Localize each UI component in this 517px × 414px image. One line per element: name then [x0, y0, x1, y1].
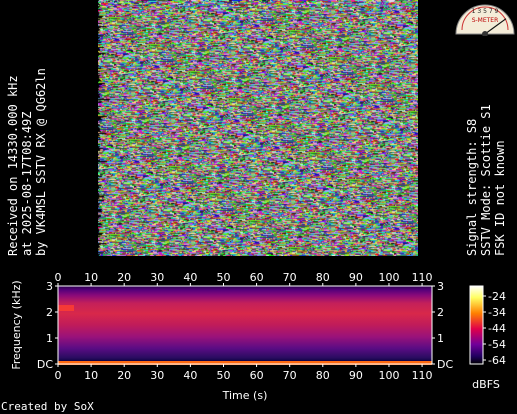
x-axis-top: 0 10 20 30 40 50 60 70 80 90 100 110 [55, 271, 433, 286]
reception-info: Received on 14330.000 kHz at 2025-08-17T… [6, 68, 48, 256]
x-tick-label-top: 10 [84, 271, 98, 284]
x-tick-label-top: 90 [349, 271, 363, 284]
y-axis-right: 3 2 1 DC [432, 280, 453, 371]
x-axis-label: Time (s) [222, 389, 268, 402]
y-tick-label-left: DC [37, 358, 53, 371]
frequency-line: Received on 14330.000 kHz [6, 75, 20, 256]
colorbar-tick-label: -44 [488, 322, 506, 335]
x-tick-label-bottom: 30 [150, 369, 164, 382]
x-tick-label-bottom: 110 [412, 369, 433, 382]
colorbar-ticks: -24 -34 -44 -54 -64 [483, 290, 506, 367]
x-tick-label-top: 50 [216, 271, 230, 284]
x-tick-label-top: 30 [150, 271, 164, 284]
y-tick-label-right: DC [437, 358, 453, 371]
x-tick-label-bottom: 0 [55, 369, 62, 382]
signal-info: Signal strength: S8 SSTV Mode: Scottie S… [465, 104, 507, 256]
sstv-mode-line: SSTV Mode: Scottie S1 [479, 104, 493, 256]
x-tick-label-top: 20 [117, 271, 131, 284]
y-tick-label-left: 2 [46, 306, 53, 319]
x-tick-label-top: 100 [378, 271, 399, 284]
y-tick-label-right: 3 [437, 280, 444, 293]
y-axis-label: Frequency (kHz) [10, 280, 23, 369]
fsk-id-line: FSK ID not known [493, 140, 507, 256]
y-axis-left: 3 2 1 DC [37, 280, 58, 371]
created-by-label: Created by SoX [1, 400, 94, 413]
colorbar [469, 285, 484, 365]
s-meter-icon: 1 3 5 7 9 S-METER [455, 4, 515, 36]
x-tick-label-top: 60 [250, 271, 264, 284]
colorbar-tick-label: -24 [488, 290, 506, 303]
x-tick-label-bottom: 50 [216, 369, 230, 382]
x-tick-label-top: 40 [183, 271, 197, 284]
spectrogram-area [58, 286, 432, 364]
signal-strength-line: Signal strength: S8 [465, 118, 479, 256]
sstv-image [98, 0, 418, 256]
start-tone [58, 305, 74, 311]
x-tick-label-bottom: 80 [316, 369, 330, 382]
colorbar-tick-label: -54 [488, 338, 506, 351]
spectrogram: 0 10 20 30 40 50 60 70 80 90 100 110 0 10 20 30 40 50 60 7… [10, 271, 506, 402]
y-tick-label-left: 3 [46, 280, 53, 293]
x-tick-label-top: 110 [412, 271, 433, 284]
x-axis-bottom: 0 10 20 30 40 50 60 70 80 90 100 110 [55, 364, 433, 382]
colorbar-label: dBFS [472, 378, 500, 391]
y-tick-label-right: 2 [437, 306, 444, 319]
x-tick-label-bottom: 90 [349, 369, 363, 382]
x-tick-label-bottom: 70 [283, 369, 297, 382]
y-tick-label-left: 1 [46, 332, 53, 345]
y-tick-label-right: 1 [437, 332, 444, 345]
x-tick-label-bottom: 60 [250, 369, 264, 382]
x-tick-label-bottom: 100 [378, 369, 399, 382]
x-tick-label-top: 70 [283, 271, 297, 284]
meter-scale: 1 3 5 7 9 [472, 8, 499, 15]
x-tick-label-top: 80 [316, 271, 330, 284]
timestamp-line: at 2025-08-17T08:49Z [20, 111, 34, 257]
colorbar-tick-label: -64 [488, 354, 506, 367]
x-tick-label-bottom: 10 [84, 369, 98, 382]
x-tick-label-bottom: 20 [117, 369, 131, 382]
station-line: by VK4MSL SSTV RX @ QG62ln [34, 68, 48, 256]
colorbar-tick-label: -34 [488, 306, 506, 319]
meter-label: S-METER [472, 17, 499, 24]
x-tick-label-top: 0 [55, 271, 62, 284]
x-tick-label-bottom: 40 [183, 369, 197, 382]
